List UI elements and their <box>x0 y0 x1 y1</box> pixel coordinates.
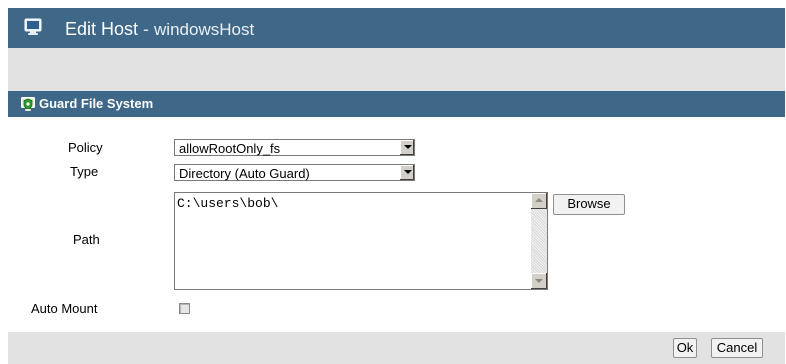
section-title: Guard File System <box>39 96 154 111</box>
policy-label: Policy <box>68 140 103 155</box>
section-header: Guard File System <box>8 91 785 117</box>
scroll-down-icon[interactable] <box>531 273 547 289</box>
policy-select[interactable]: allowRootOnly_fs <box>174 139 415 156</box>
toolbar-band <box>8 48 785 91</box>
title-prefix: Edit Host <box>65 19 139 39</box>
path-label: Path <box>73 232 100 247</box>
title-bar: Edit Host - windowsHost <box>8 8 785 48</box>
title-separator: - <box>138 19 155 39</box>
path-textarea[interactable]: C:\users\bob\ <box>174 192 548 290</box>
type-label: Type <box>70 164 99 179</box>
type-select[interactable]: Directory (Auto Guard) <box>174 164 415 181</box>
type-select-value: Directory (Auto Guard) <box>179 166 310 181</box>
guard-shield-icon <box>21 97 35 111</box>
page-title: Edit Host - windowsHost <box>65 18 254 41</box>
title-host: windowsHost <box>154 20 255 39</box>
auto-mount-checkbox[interactable] <box>179 303 190 314</box>
dialog-footer: Ok Cancel <box>8 332 785 364</box>
path-textarea-value: C:\users\bob\ <box>177 196 279 211</box>
browse-button[interactable]: Browse <box>553 194 625 215</box>
guard-fs-form: Policy allowRootOnly_fs Type Directory (… <box>8 117 785 332</box>
auto-mount-label: Auto Mount <box>31 301 98 316</box>
chevron-down-icon[interactable] <box>399 140 414 155</box>
policy-select-value: allowRootOnly_fs <box>179 141 281 156</box>
edit-host-dialog: Edit Host - windowsHost Guard File Syste… <box>0 0 786 364</box>
scroll-up-icon[interactable] <box>531 193 547 209</box>
textarea-scrollbar[interactable] <box>531 193 547 289</box>
cancel-button[interactable]: Cancel <box>711 338 763 358</box>
chevron-down-icon[interactable] <box>399 165 414 180</box>
monitor-icon <box>24 18 42 35</box>
ok-button[interactable]: Ok <box>673 338 697 358</box>
